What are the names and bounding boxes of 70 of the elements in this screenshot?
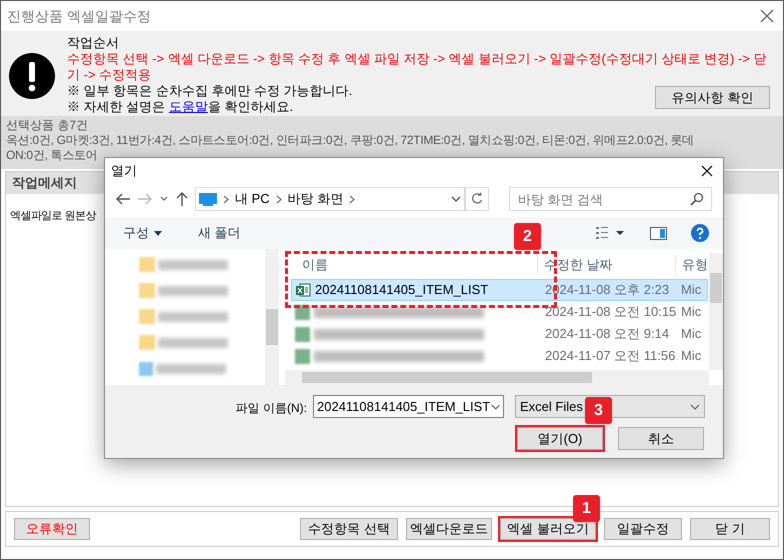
dropdown-icon[interactable]: [451, 196, 461, 202]
file-row[interactable]: 2024-11-08 오전 9:14 Mic: [291, 323, 708, 345]
notice-button[interactable]: 유의사항 확인: [655, 86, 770, 109]
field-label: 파일 이름(N):: [236, 400, 307, 417]
filename-field[interactable]: 20241108141405_ITEM_LIST: [313, 395, 504, 418]
back-icon[interactable]: [115, 192, 131, 206]
channel-counts: ON:0건, 톡스토어: [6, 148, 98, 163]
breadcrumb[interactable]: 내 PC: [235, 189, 270, 209]
callout-badge: 1: [573, 495, 600, 522]
dropdown-icon: [690, 404, 700, 410]
section-heading: 작업순서: [67, 35, 120, 51]
address-bar[interactable]: 내 PC 바탕 화면: [195, 187, 465, 211]
action-button[interactable]: 엑셀 불러오기: [500, 518, 596, 540]
channel-counts: 옥션:0건, G마켓:3건, 11번가:4건, 스마트스토어:0건, 인터파크:0건, 쿠팡:0건, 72TIME:0건, 멸치쇼핑:0건, 티몬:0건, 위메프2.0:0건, 롯데: [6, 133, 695, 148]
file-date: 2024-11-08 오후 2:23: [544, 281, 670, 300]
action-button[interactable]: 닫 기: [690, 518, 770, 540]
window-title: 진행상품 엑셀일괄수정: [7, 6, 151, 26]
view-options-icon[interactable]: [596, 227, 626, 239]
breadcrumb[interactable]: 바탕 화면: [288, 189, 344, 209]
dropdown-icon[interactable]: [159, 195, 169, 203]
log-message: 엑셀파일로 원본상: [10, 209, 96, 224]
action-button[interactable]: 엑셀다운로드: [406, 518, 492, 540]
warning-icon: [9, 53, 55, 99]
file-type: Mic: [681, 347, 702, 366]
cancel-button[interactable]: 취소: [618, 427, 704, 450]
file-icon: [295, 326, 310, 342]
filetype-value: Excel Files: [520, 398, 583, 416]
monitor-icon: [199, 192, 217, 206]
search-field[interactable]: 바탕 화면 검색: [509, 187, 712, 211]
organize-button[interactable]: 구성: [123, 223, 162, 243]
chevron-icon: [349, 194, 356, 204]
spreadsheet-icon: [295, 282, 311, 298]
help-link[interactable]: 도움말: [168, 99, 208, 114]
help-icon[interactable]: [691, 224, 709, 242]
selection-total: 선택상품 총7건: [6, 118, 90, 133]
open-button[interactable]: 열기(O): [517, 427, 603, 450]
column-header[interactable]: 수정한 날짜: [536, 255, 675, 275]
file-type: Mic: [681, 303, 702, 322]
new-folder-button[interactable]: 새 폴더: [198, 223, 241, 243]
column-header[interactable]: 유형: [675, 255, 708, 275]
search-icon: [690, 192, 704, 206]
callout-badge: 3: [585, 397, 612, 424]
refresh-icon[interactable]: [465, 187, 489, 211]
scrollbar[interactable]: [709, 253, 723, 370]
callout-badge: 2: [514, 223, 541, 250]
file-date: 2024-11-08 오전 10:15: [544, 303, 678, 322]
notice-text: ※ 자세한 설명은 도움말을 확인하세요.: [67, 99, 294, 115]
dropdown-icon: [490, 404, 500, 410]
file-icon: [295, 348, 310, 364]
file-name: 20241108141405_ITEM_LIST: [315, 281, 488, 300]
file-type: Mic: [681, 281, 702, 300]
caret-icon: [154, 230, 162, 236]
workflow-steps: 수정항목 선택 -> 엑셀 다운로드 -> 항목 수정 후 엑셀 파일 저장 -> 엑셀 불러오기 -> 일괄수정(수정대기 상태로 변경) -> 닫기 -> 수정적용: [67, 51, 767, 83]
close-icon[interactable]: [701, 164, 713, 176]
scrollbar[interactable]: [265, 249, 279, 385]
chevron-icon: [276, 194, 282, 204]
file-date: 2024-11-07 오전 11:56: [544, 347, 676, 366]
action-button[interactable]: 수정항목 선택: [300, 518, 398, 540]
file-row[interactable]: 2024-11-07 오전 11:56 Mic: [291, 345, 708, 367]
notice-text: ※ 일부 항목은 순차수집 후에만 수정 가능합니다.: [67, 83, 352, 99]
panel-header: 작업메세지: [12, 174, 77, 192]
file-row[interactable]: 20241108141405_ITEM_LIST 2024-11-08 오후 2:23 Mic: [291, 279, 708, 301]
preview-pane-icon[interactable]: [650, 226, 667, 240]
up-icon[interactable]: [175, 191, 189, 207]
action-button[interactable]: 일괄수정: [604, 518, 682, 540]
file-type: Mic: [681, 325, 702, 344]
dialog-title: 열기: [111, 162, 137, 180]
chevron-icon: [223, 194, 229, 204]
file-date: 2024-11-08 오전 9:14: [544, 325, 670, 344]
scrollbar[interactable]: [285, 370, 709, 385]
